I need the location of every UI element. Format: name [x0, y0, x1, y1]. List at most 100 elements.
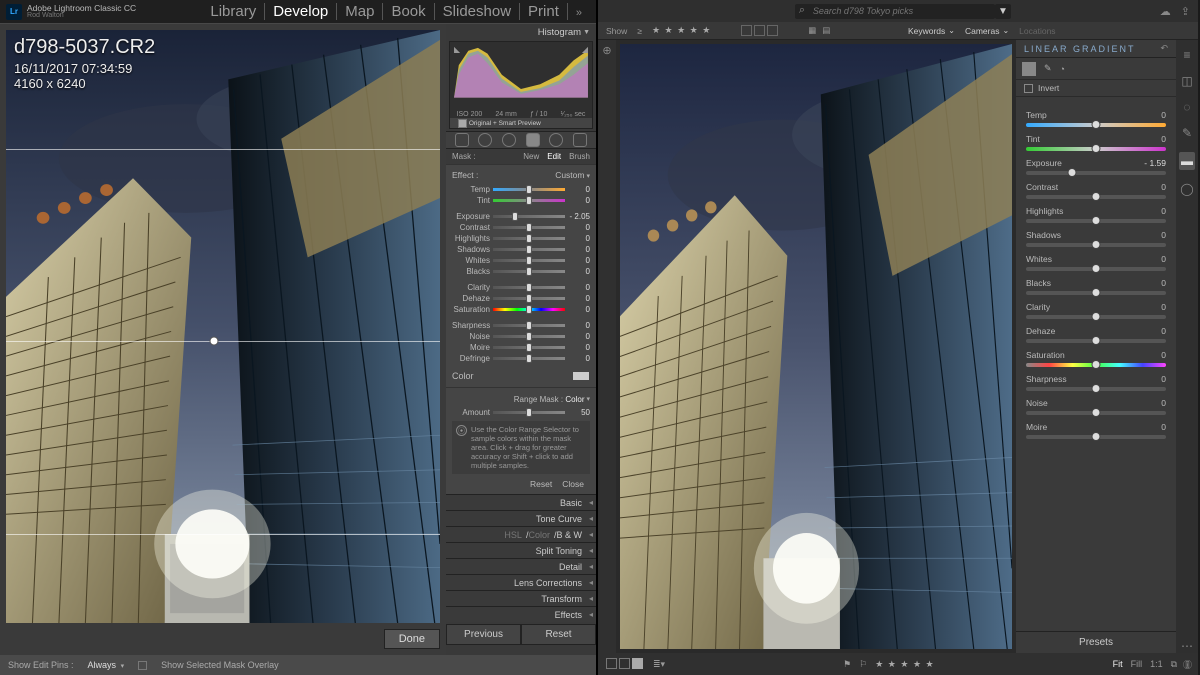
section-basic[interactable]: Basic [446, 494, 596, 510]
slider-whites-value[interactable]: 0 [568, 256, 590, 265]
slider-tint-track[interactable] [493, 199, 565, 202]
cc-whites-slider[interactable] [1026, 267, 1166, 271]
reset-button[interactable]: Reset [521, 624, 596, 645]
flag-filter[interactable] [741, 25, 778, 36]
slider-saturation-track[interactable] [493, 308, 565, 311]
gradient-pin[interactable] [210, 337, 219, 346]
slider-shadows-track[interactable] [493, 248, 565, 251]
info-icon[interactable]: ⓘ [1183, 658, 1192, 671]
pins-mode[interactable]: Always ▾ [88, 660, 125, 670]
clip-left-icon[interactable]: ◣ [454, 45, 460, 54]
slider-clarity-value[interactable]: 0 [568, 283, 590, 292]
crop-icon[interactable]: ◫ [1181, 74, 1192, 88]
cc-dehaze-slider[interactable] [1026, 339, 1166, 343]
brush-icon[interactable]: ✎ [1182, 126, 1192, 140]
slider-shadows-value[interactable]: 0 [568, 245, 590, 254]
brush-tool-icon[interactable] [573, 133, 587, 147]
search-input[interactable] [795, 4, 995, 19]
gradient-line-mid[interactable] [6, 341, 440, 342]
gradient-line-top[interactable] [6, 149, 440, 150]
keywords-dropdown[interactable]: Keywords [908, 26, 955, 36]
module-develop[interactable]: Develop [265, 3, 337, 20]
slider-highlights-track[interactable] [493, 237, 565, 240]
slider-tint-value[interactable]: 0 [568, 196, 590, 205]
brush-tool-icon[interactable]: ✎ [1044, 63, 1052, 74]
slider-moire-track[interactable] [493, 346, 565, 349]
section-detail[interactable]: Detail [446, 558, 596, 574]
share-icon[interactable]: ⇪ [1181, 5, 1190, 18]
redeye-tool-icon[interactable] [502, 133, 516, 147]
slider-noise-track[interactable] [493, 335, 565, 338]
grid-med-icon[interactable] [619, 658, 630, 669]
amount-slider[interactable] [493, 411, 565, 414]
cc-saturation-value[interactable]: 0 [1161, 350, 1166, 360]
linear-tool-icon[interactable] [1022, 62, 1036, 76]
crop-tool-icon[interactable] [455, 133, 469, 147]
linear-grad-icon[interactable]: ▬ [1179, 152, 1195, 170]
slider-temp-track[interactable] [493, 188, 565, 191]
effect-value[interactable]: Custom▾ [555, 170, 590, 180]
cc-moire-slider[interactable] [1026, 435, 1166, 439]
slider-whites-track[interactable] [493, 259, 565, 262]
spot-tool-icon[interactable] [478, 133, 492, 147]
cc-clarity-value[interactable]: 0 [1161, 302, 1166, 312]
cc-exposure-slider[interactable] [1026, 171, 1166, 175]
module-slideshow[interactable]: Slideshow [435, 3, 520, 20]
cc-shadows-slider[interactable] [1026, 243, 1166, 247]
cc-noise-slider[interactable] [1026, 411, 1166, 415]
previous-button[interactable]: Previous [446, 624, 521, 645]
more-icon[interactable]: ⋯ [1181, 639, 1193, 653]
cc-whites-value[interactable]: 0 [1161, 254, 1166, 264]
radial-grad-icon[interactable]: ◯ [1180, 182, 1193, 196]
invert-checkbox[interactable] [1024, 84, 1033, 93]
edit-icon[interactable]: ≡ [1183, 48, 1190, 62]
cc-blacks-value[interactable]: 0 [1161, 278, 1166, 288]
cameras-dropdown[interactable]: Cameras [965, 26, 1009, 36]
cc-saturation-slider[interactable] [1026, 363, 1166, 367]
cc-shadows-value[interactable]: 0 [1161, 230, 1166, 240]
section-tone-curve[interactable]: Tone Curve [446, 510, 596, 526]
histogram[interactable]: ◣ ◢ ISO 200 24 mm ƒ / 10 ¹⁄₂₅₀ sec Origi… [449, 41, 593, 129]
cc-preview[interactable] [620, 44, 1012, 649]
slider-dehaze-track[interactable] [493, 297, 565, 300]
slider-highlights-value[interactable]: 0 [568, 234, 590, 243]
slider-saturation-value[interactable]: 0 [568, 305, 590, 314]
cc-moire-value[interactable]: 0 [1161, 422, 1166, 432]
heal-icon[interactable]: ◌ [1183, 100, 1190, 114]
panel-reset[interactable]: Reset [530, 479, 552, 489]
slider-blacks-value[interactable]: 0 [568, 267, 590, 276]
cc-tint-value[interactable]: 0 [1161, 134, 1166, 144]
slider-defringe-value[interactable]: 0 [568, 354, 590, 363]
rating-stars[interactable]: ★ ★ ★ ★ ★ [875, 659, 934, 670]
gradient-tool-icon[interactable] [526, 133, 540, 147]
clip-right-icon[interactable]: ◢ [582, 45, 588, 54]
cc-temp-value[interactable]: 0 [1161, 110, 1166, 120]
cc-noise-value[interactable]: 0 [1161, 398, 1166, 408]
cc-exposure-value[interactable]: - 1.59 [1144, 158, 1166, 168]
cc-highlights-value[interactable]: 0 [1161, 206, 1166, 216]
view-icon-2[interactable]: ▤ [822, 25, 830, 36]
slider-moire-value[interactable]: 0 [568, 343, 590, 352]
star-filter[interactable]: ★ ★ ★ ★ ★ [652, 25, 711, 36]
mask-overlay-checkbox[interactable] [138, 661, 147, 670]
radial-tool-icon[interactable] [549, 133, 563, 147]
one-to-one-button[interactable]: 1:1 [1150, 659, 1163, 669]
module-print[interactable]: Print [520, 3, 568, 20]
amount-value[interactable]: 50 [568, 408, 590, 417]
color-swatch[interactable] [572, 371, 590, 381]
module-map[interactable]: Map [337, 3, 383, 20]
slider-noise-value[interactable]: 0 [568, 332, 590, 341]
cc-sharpness-slider[interactable] [1026, 387, 1166, 391]
eyedropper-icon[interactable]: ⦿ [456, 425, 467, 436]
slider-temp-value[interactable]: 0 [568, 185, 590, 194]
module-book[interactable]: Book [383, 3, 434, 20]
histogram-header[interactable]: Histogram▼ [446, 24, 596, 41]
cc-contrast-value[interactable]: 0 [1161, 182, 1166, 192]
grid-small-icon[interactable] [606, 658, 617, 669]
slider-exposure-track[interactable] [493, 215, 565, 218]
slider-sharpness-value[interactable]: 0 [568, 321, 590, 330]
section-transform[interactable]: Transform [446, 590, 596, 606]
compare-icon[interactable]: ⧉ [1171, 659, 1177, 670]
mask-edit[interactable]: Edit [547, 152, 561, 161]
slider-dehaze-value[interactable]: 0 [568, 294, 590, 303]
